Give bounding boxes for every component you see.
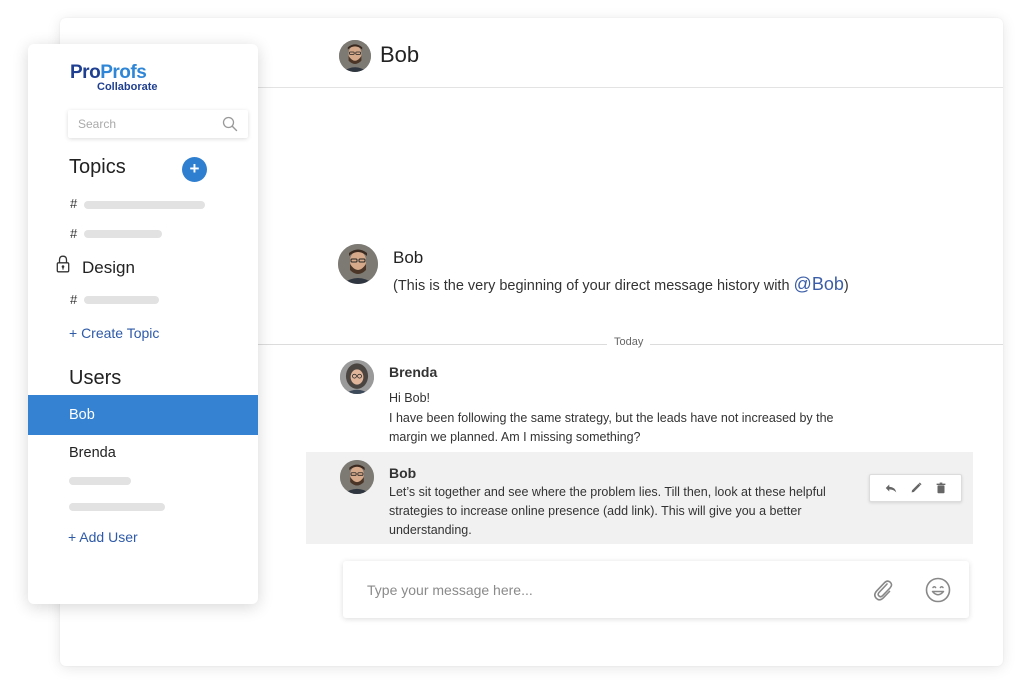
user-item-bob[interactable]: Bob (28, 395, 258, 435)
search-input[interactable] (78, 116, 218, 132)
chat-title: Bob (380, 42, 420, 67)
message-author: Bob (389, 465, 417, 481)
intro-name: Bob (393, 248, 424, 267)
add-user-link[interactable]: + Add User (68, 529, 138, 545)
bob-avatar-image (340, 460, 374, 494)
topic-item-hash: # (70, 226, 78, 241)
bob-avatar-image (338, 244, 378, 284)
message-actions-toolbar (869, 474, 962, 502)
topic-item-placeholder[interactable] (84, 230, 162, 238)
message-line: understanding. (389, 523, 472, 537)
search-icon[interactable] (222, 116, 238, 132)
intro-avatar (338, 244, 378, 284)
message-line: margin we planned. Am I missing somethin… (389, 430, 641, 444)
delete-icon[interactable] (934, 481, 948, 495)
topic-item-placeholder[interactable] (84, 201, 205, 209)
message-line: strategies to increase online presence (… (389, 504, 802, 518)
message-composer (343, 561, 969, 618)
message-line: I have been following the same strategy,… (389, 411, 834, 425)
message-input[interactable] (367, 580, 847, 600)
user-item-placeholder[interactable] (69, 477, 131, 485)
search-box (68, 110, 248, 138)
reply-icon[interactable] (884, 481, 898, 495)
logo-brand-part1: Pro (70, 62, 101, 83)
user-item-brenda[interactable]: Brenda (28, 433, 258, 473)
lock-icon (56, 255, 70, 273)
emoji-icon[interactable] (924, 576, 952, 604)
logo-subtitle: Collaborate (97, 81, 158, 93)
brenda-avatar-image (340, 360, 374, 394)
bob-avatar[interactable] (340, 460, 374, 494)
topic-item-hash: # (70, 196, 78, 211)
bob-avatar[interactable] (339, 40, 371, 72)
add-topic-button[interactable]: + (182, 157, 207, 182)
user-item-placeholder[interactable] (69, 503, 165, 511)
app-window: Bob Bob (This is the very beginning of y… (0, 0, 1024, 689)
create-topic-link[interactable]: + Create Topic (69, 325, 159, 341)
sidebar: ProProfs Collaborate Topics + # # Design… (28, 44, 258, 604)
message-line: Hi Bob! (389, 391, 430, 405)
edit-icon[interactable] (909, 481, 923, 495)
bob-avatar-image (339, 40, 371, 72)
users-heading: Users (69, 367, 122, 389)
proprofs-logo[interactable]: ProProfs Collaborate (70, 62, 170, 96)
attachment-icon[interactable] (870, 577, 896, 603)
topic-item-hash: # (70, 292, 78, 307)
topic-item-placeholder[interactable] (84, 296, 159, 304)
intro-text-prefix: (This is the very beginning of your dire… (393, 278, 794, 294)
logo-brand-part2: Profs (100, 62, 147, 83)
intro-text-suffix: ) (843, 278, 849, 294)
message-author: Brenda (389, 364, 438, 380)
topics-heading: Topics (69, 156, 126, 178)
brenda-avatar[interactable] (340, 360, 374, 394)
message-line: Let’s sit together and see where the pro… (389, 485, 826, 499)
intro-text: (This is the very beginning of your dire… (393, 274, 849, 295)
private-topic-design[interactable]: Design (82, 258, 135, 278)
day-divider-label: Today (607, 336, 651, 348)
mention-link[interactable]: @Bob (794, 274, 844, 294)
